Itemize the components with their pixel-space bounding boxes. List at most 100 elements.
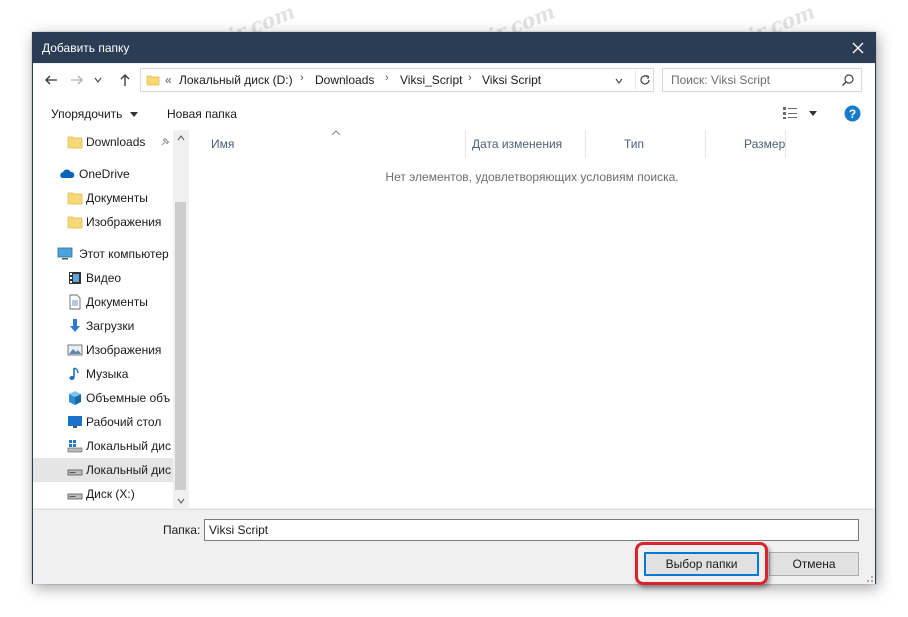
nav-item-label: Документы	[86, 191, 148, 205]
nav-item-pictures[interactable]: Изображения	[33, 338, 173, 362]
scroll-up-button[interactable]	[173, 130, 188, 145]
video-icon	[69, 272, 81, 284]
search-box[interactable]: Поиск: Viksi Script	[662, 68, 862, 92]
nav-item-label: Диск (X:)	[86, 487, 135, 501]
drive-icon	[67, 493, 83, 500]
nav-item-this-pc[interactable]: Этот компьютер	[33, 242, 173, 266]
nav-item-3d-objects[interactable]: Объемные объ	[33, 386, 173, 410]
nav-item-local-disk-d[interactable]: Локальный дис	[33, 458, 173, 482]
column-header-name[interactable]: Имя	[189, 130, 466, 158]
file-list-pane: Имя Дата изменения Тип Размер Нет элемен…	[189, 130, 875, 508]
nav-item-label: Локальный дис	[86, 463, 171, 477]
forward-button[interactable]	[69, 72, 85, 88]
folder-name-field[interactable]	[204, 519, 859, 541]
help-button[interactable]: ?	[844, 105, 861, 125]
nav-item-label: Музыка	[86, 367, 129, 381]
cancel-button[interactable]: Отмена	[769, 552, 859, 576]
close-icon	[852, 42, 864, 54]
address-row: « Локальный диск (D:) › Downloads › Viks…	[33, 64, 875, 98]
chevron-down-icon	[177, 498, 184, 504]
breadcrumb-separator[interactable]: ›	[300, 72, 304, 84]
column-header-type[interactable]: Тип	[586, 130, 706, 158]
nav-item-label: Локальный дис	[86, 439, 171, 453]
nav-scrollbar[interactable]	[173, 130, 188, 508]
address-bar[interactable]: « Локальный диск (D:) › Downloads › Viks…	[140, 68, 654, 92]
column-header-label: Тип	[624, 137, 645, 151]
new-folder-button[interactable]: Новая папка	[167, 107, 237, 121]
scroll-thumb[interactable]	[175, 202, 186, 490]
folder-name-input[interactable]	[209, 521, 839, 539]
breadcrumb-separator[interactable]: ›	[385, 72, 389, 84]
nav-item-desktop[interactable]: Рабочий стол	[33, 410, 173, 434]
desktop-icon	[68, 416, 82, 428]
recent-locations-button[interactable]	[93, 72, 103, 88]
nav-item-documents[interactable]: Документы	[33, 290, 173, 314]
organize-button[interactable]: Упорядочить	[51, 107, 138, 121]
nav-item-label: Объемные объ	[86, 391, 171, 405]
music-icon	[69, 367, 79, 380]
breadcrumb-downloads[interactable]: Downloads	[315, 73, 374, 87]
nav-item-label: Изображения	[86, 343, 162, 357]
chevron-up-icon	[177, 134, 184, 140]
nav-item-music[interactable]: Музыка	[33, 362, 173, 386]
breadcrumb-overflow[interactable]: «	[165, 73, 172, 87]
nav-item-local-disk-c[interactable]: Локальный дис	[33, 434, 173, 458]
nav-item-onedrive[interactable]: OneDrive	[33, 162, 173, 186]
breadcrumb-viksi-script-2[interactable]: Viksi Script	[482, 73, 541, 87]
column-header-size[interactable]: Размер	[706, 130, 786, 158]
arrow-right-icon	[71, 75, 83, 85]
pictures-icon	[67, 344, 83, 356]
chevron-down-icon	[94, 77, 102, 83]
breadcrumb-viksi-script-1[interactable]: Viksi_Script	[400, 73, 462, 87]
folder-icon	[67, 136, 83, 149]
caret-down-icon	[129, 112, 138, 117]
sort-ascending-icon	[331, 130, 341, 136]
refresh-icon	[640, 74, 650, 85]
details-view-icon	[783, 107, 797, 119]
navigation-pane: Downloads OneDrive Документы Изображения…	[33, 130, 188, 508]
windows-drive-icon	[67, 440, 83, 453]
nav-item-label: Рабочий стол	[86, 415, 162, 429]
arrow-left-icon	[45, 75, 57, 85]
documents-icon	[69, 294, 81, 310]
nav-item-videos[interactable]: Видео	[33, 266, 173, 290]
view-options-button[interactable]	[782, 106, 818, 123]
up-button[interactable]	[117, 72, 133, 88]
nav-item-onedrive-pictures[interactable]: Изображения	[33, 210, 173, 234]
nav-item-onedrive-documents[interactable]: Документы	[33, 186, 173, 210]
title-bar: Добавить папку	[33, 33, 875, 63]
refresh-button[interactable]	[635, 71, 654, 89]
breadcrumb-separator[interactable]: ›	[468, 72, 472, 84]
nav-item-downloads-pc[interactable]: Загрузки	[33, 314, 173, 338]
address-history-dropdown[interactable]	[615, 72, 623, 88]
scroll-down-button[interactable]	[173, 493, 188, 508]
folder-icon	[67, 216, 83, 229]
add-folder-dialog: Добавить папку « Локальный диск (D:) › D…	[32, 32, 876, 585]
select-folder-button[interactable]: Выбор папки	[644, 552, 759, 576]
arrow-up-icon	[120, 74, 130, 86]
folder-icon	[146, 75, 160, 86]
nav-item-label: Downloads	[86, 135, 146, 149]
column-header-label: Имя	[211, 137, 235, 151]
nav-item-downloads[interactable]: Downloads	[33, 130, 173, 154]
back-button[interactable]	[43, 72, 59, 88]
nav-item-label: Этот компьютер	[79, 247, 169, 261]
folder-field-label: Папка:	[163, 523, 201, 537]
nav-item-label: Загрузки	[86, 319, 135, 333]
close-button[interactable]	[841, 33, 875, 63]
pin-icon	[161, 137, 170, 146]
svg-text:?: ?	[849, 107, 856, 121]
nav-item-label: Документы	[86, 295, 148, 309]
command-toolbar: Упорядочить Новая папка ?	[33, 98, 875, 131]
dialog-footer: Папка: Выбор папки Отмена	[33, 509, 875, 585]
nav-item-label: Изображения	[86, 215, 162, 229]
3d-objects-icon	[69, 391, 81, 405]
breadcrumb-drive-d[interactable]: Локальный диск (D:)	[179, 73, 293, 87]
computer-icon	[57, 247, 73, 260]
nav-item-disk-x[interactable]: Диск (X:)	[33, 482, 173, 506]
dialog-title: Добавить папку	[42, 41, 130, 55]
resize-grip-icon[interactable]	[864, 573, 874, 583]
column-header-date-modified[interactable]: Дата изменения	[466, 130, 586, 158]
help-icon: ?	[844, 105, 861, 122]
onedrive-cloud-icon	[60, 169, 75, 178]
